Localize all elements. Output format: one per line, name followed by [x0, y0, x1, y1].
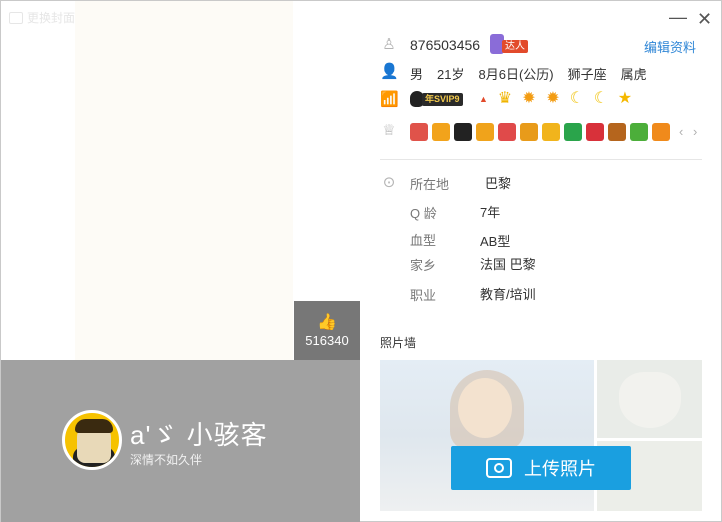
divider	[380, 159, 702, 160]
vip-level-row: 年SVIP9 ▲ ♛ ✹ ✹ ☾ ☾ ★	[410, 90, 638, 108]
detail-value-qage: 7年	[480, 205, 501, 220]
birthday: 8月6日(公历)	[478, 67, 554, 82]
heart-service-icon[interactable]	[410, 123, 428, 141]
music-service-icon[interactable]	[476, 123, 494, 141]
thumbs-up-icon: 👍	[317, 314, 337, 331]
penguin-icon: ♙	[382, 36, 396, 53]
basic-info: 男 21岁 8月6日(公历) 狮子座 属虎	[410, 64, 661, 83]
zodiac: 狮子座	[567, 67, 607, 82]
services-next-button[interactable]: ›	[693, 124, 697, 139]
svip-label: 年SVIP9	[422, 93, 463, 106]
person-icon: 👤	[380, 63, 399, 80]
detail-value-location: 巴黎	[485, 176, 512, 191]
sun-icon[interactable]: ✹	[520, 90, 538, 108]
profile-window: 更换封面 👍 516340 a'ゞ 小骇客 深情不如久伴 — ✕ ♙ 87650…	[0, 0, 722, 522]
moon-icon[interactable]: ☾	[592, 90, 610, 108]
upload-photo-label: 上传照片	[524, 459, 596, 479]
red-gem-service-icon[interactable]	[586, 123, 604, 141]
edit-profile-link[interactable]: 编辑资料	[644, 37, 696, 56]
chinese-zodiac: 属虎	[620, 67, 647, 82]
services-prev-button[interactable]: ‹	[679, 124, 683, 139]
gift-service-icon[interactable]	[608, 123, 626, 141]
qq-service-icon[interactable]	[454, 123, 472, 141]
daren-tag: 达人	[502, 40, 528, 53]
signature[interactable]: 深情不如久伴	[130, 451, 202, 468]
star-icon[interactable]: ★	[616, 90, 634, 108]
services-icon: ♕	[382, 122, 396, 139]
change-cover-button[interactable]: 更换封面	[9, 9, 75, 26]
detail-value-occupation: 教育/培训	[480, 287, 536, 302]
orange-service-icon[interactable]	[652, 123, 670, 141]
detail-label-location: 所在地	[410, 177, 450, 192]
penguin-service-icon[interactable]	[432, 123, 450, 141]
detail-label-hometown: 家乡	[410, 258, 437, 273]
level-chart-icon: 📶	[380, 91, 399, 108]
detail-label-occupation: 职业	[410, 288, 437, 303]
green-service-icon[interactable]	[630, 123, 648, 141]
more-info-icon: ⊙	[382, 174, 396, 191]
svip-badge[interactable]: 年SVIP9	[410, 90, 476, 108]
change-cover-label: 更换封面	[27, 11, 76, 25]
vip-up-arrow-icon: ▲	[479, 94, 488, 104]
close-button[interactable]: ✕	[697, 9, 712, 30]
like-count: 516340	[305, 333, 349, 348]
upload-photo-button[interactable]: 上传照片	[451, 446, 631, 490]
green-gem-service-icon[interactable]	[564, 123, 582, 141]
detail-label-blood: 血型	[410, 233, 437, 248]
book-service-icon[interactable]	[542, 123, 560, 141]
qq-number: 876503456	[410, 37, 481, 53]
detail-label-qage: Q 龄	[410, 206, 437, 221]
avatar[interactable]	[62, 410, 122, 470]
photo-wall-image[interactable]	[597, 360, 702, 438]
camera-icon	[486, 458, 512, 478]
like-button[interactable]: 👍 516340	[294, 301, 360, 360]
cover-image	[75, 1, 293, 360]
daren-badge[interactable]: 达人	[490, 34, 534, 54]
cover-icon	[9, 11, 23, 24]
detail-value-hometown: 法国 巴黎	[480, 257, 536, 272]
red-heart-service-icon[interactable]	[498, 123, 516, 141]
service-icons-row	[410, 123, 670, 141]
sun-icon[interactable]: ✹	[544, 90, 562, 108]
photo-wall-title: 照片墙	[380, 336, 417, 350]
detail-value-blood: AB型	[480, 234, 511, 249]
crown-icon[interactable]: ♛	[496, 90, 514, 108]
age: 21岁	[437, 67, 465, 82]
nickname: a'ゞ 小骇客	[130, 420, 268, 450]
gender: 男	[410, 67, 424, 82]
minimize-button[interactable]: —	[669, 7, 687, 28]
moon-icon[interactable]: ☾	[568, 90, 586, 108]
flag-service-icon[interactable]	[520, 123, 538, 141]
